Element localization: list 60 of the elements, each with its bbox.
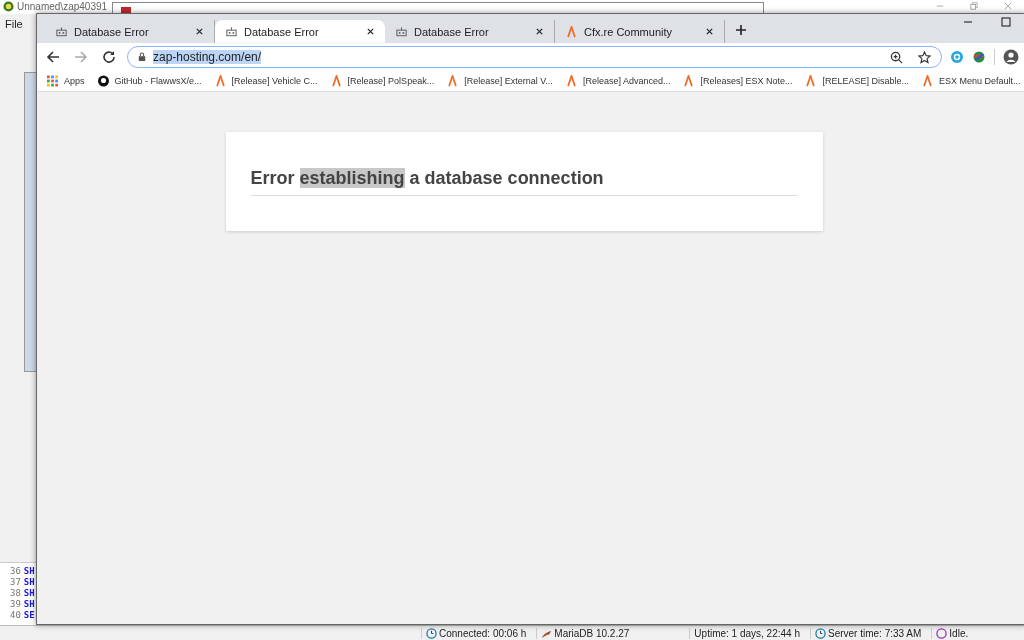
ring-icon [936, 627, 948, 639]
sql-code: SE [23, 610, 35, 621]
line-number: 36 [10, 566, 21, 577]
extension-icon[interactable] [950, 50, 964, 64]
line-number: 39 [10, 599, 21, 610]
bookmark-link[interactable]: ESX Menu Default... [922, 75, 1021, 87]
plus-icon[interactable] [735, 24, 747, 36]
bookmark-link[interactable]: [RELEASE] Disable... [805, 75, 910, 87]
back-icon[interactable] [46, 50, 60, 64]
chevron-logo-icon [565, 25, 578, 38]
browser-tab[interactable]: Database Error [215, 20, 385, 43]
zoom-icon[interactable] [890, 50, 903, 64]
bookmark-link[interactable]: GitHub - FlawwsX/e... [97, 75, 202, 87]
bookmark-link[interactable]: [Release] External V... [447, 75, 553, 87]
bookmark-link[interactable]: [Release] Advanced... [565, 75, 671, 87]
status-text: Server time: 7:33 AM [827, 627, 922, 639]
address-bar[interactable]: zap-hosting.com/en/ [127, 46, 942, 68]
sql-code: SH [23, 588, 35, 599]
close-icon[interactable] [195, 27, 204, 36]
chevron-logo-icon [683, 75, 695, 87]
octocat-icon [97, 75, 109, 87]
sql-code: SH [23, 566, 35, 577]
maximize-icon[interactable] [1001, 17, 1011, 27]
window-title: Unnamed\zap40391 [17, 1, 108, 12]
robot-icon [225, 25, 238, 38]
bookmark-link[interactable]: [Release] PolSpeak... [330, 75, 435, 87]
chevron-logo-icon [447, 75, 459, 87]
line-number: 38 [10, 588, 21, 599]
close-icon[interactable] [535, 27, 544, 36]
chevron-logo-icon [214, 75, 226, 87]
bookmark-link[interactable]: Apps [47, 75, 85, 87]
app-logo-icon [3, 1, 14, 12]
status-text: Uptime: 1 days, 22:44 h [694, 627, 800, 639]
robot-icon [55, 25, 68, 38]
chevron-logo-icon [330, 75, 342, 87]
robot-icon [395, 25, 408, 38]
apps-grid-icon [47, 75, 58, 87]
status-text: Idle. [949, 627, 969, 639]
status-text: Connected: 00:06 h [439, 627, 527, 639]
menu-item[interactable]: File [5, 18, 23, 30]
close-icon[interactable] [366, 27, 375, 36]
sql-code: SH [23, 577, 35, 588]
line-number: 40 [10, 610, 21, 621]
globe-extension-icon[interactable] [972, 50, 986, 64]
chevron-logo-icon [565, 75, 577, 87]
clock-icon [814, 627, 826, 639]
bookmark-link[interactable]: [Release] Vehicle C... [214, 75, 318, 87]
lock-icon [138, 52, 146, 62]
clock-icon [426, 627, 437, 639]
bookmark-link[interactable]: [Releases] ESX Note... [683, 75, 793, 87]
reload-icon[interactable] [102, 50, 116, 64]
close-icon[interactable] [705, 27, 714, 36]
star-icon[interactable] [918, 50, 931, 64]
chevron-logo-icon [922, 75, 934, 87]
status-text: MariaDB 10.2.27 [554, 627, 630, 639]
profile-icon[interactable] [1003, 49, 1019, 65]
sql-code: SH [23, 599, 35, 610]
line-number: 37 [10, 577, 21, 588]
chevron-logo-icon [805, 75, 817, 87]
error-heading: Error establishing a database connection [250, 168, 798, 196]
